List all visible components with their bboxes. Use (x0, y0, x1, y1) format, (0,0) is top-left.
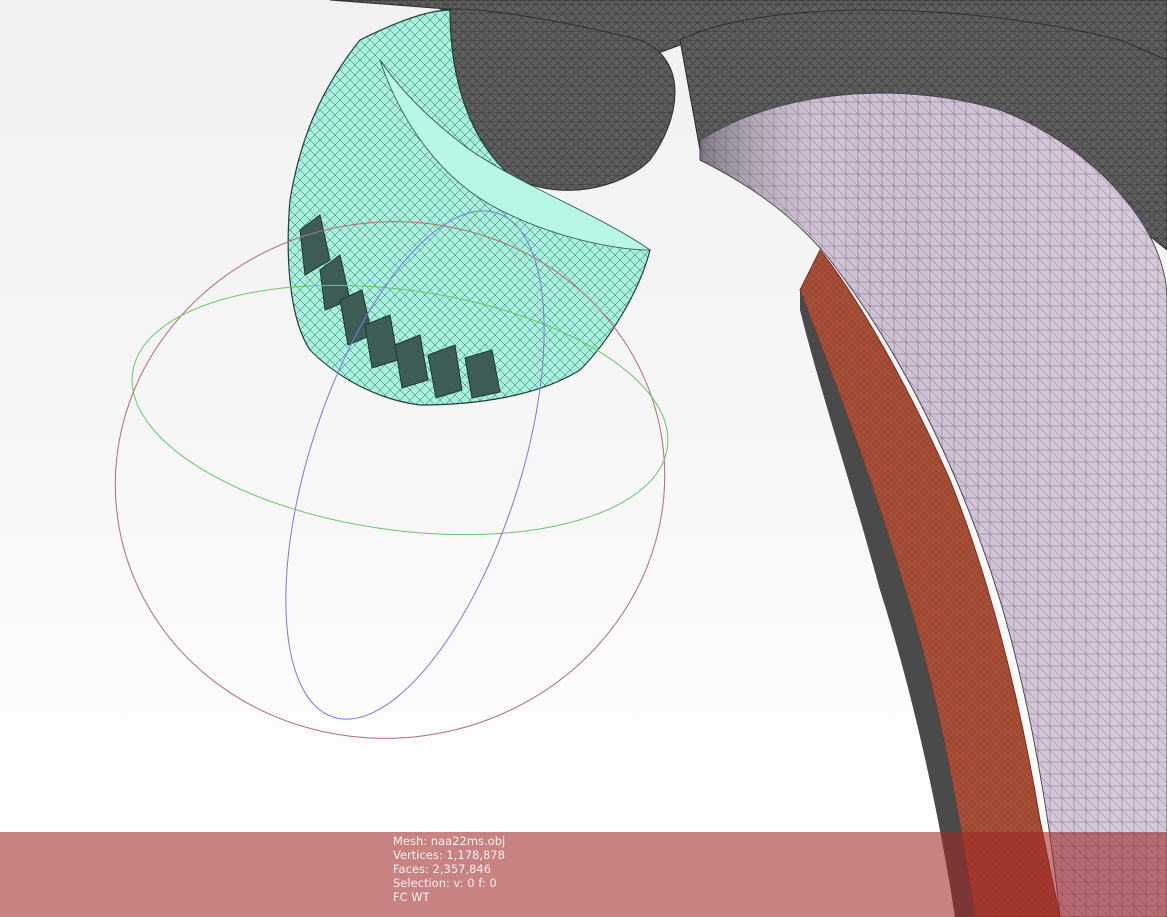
mesh-render[interactable] (0, 0, 1167, 917)
vertex-count-label: Vertices: 1,178,878 (393, 848, 505, 862)
render-mode-label: FC WT (393, 890, 430, 904)
mesh-name-label: Mesh: naa22ms.obj (393, 834, 506, 848)
info-panel-text: Mesh: naa22ms.obj Vertices: 1,178,878 Fa… (393, 834, 505, 904)
3d-viewport[interactable] (0, 0, 1167, 917)
selection-label: Selection: v: 0 f: 0 (393, 876, 497, 890)
info-panel (0, 832, 1167, 917)
face-count-label: Faces: 2,357,846 (393, 862, 492, 876)
